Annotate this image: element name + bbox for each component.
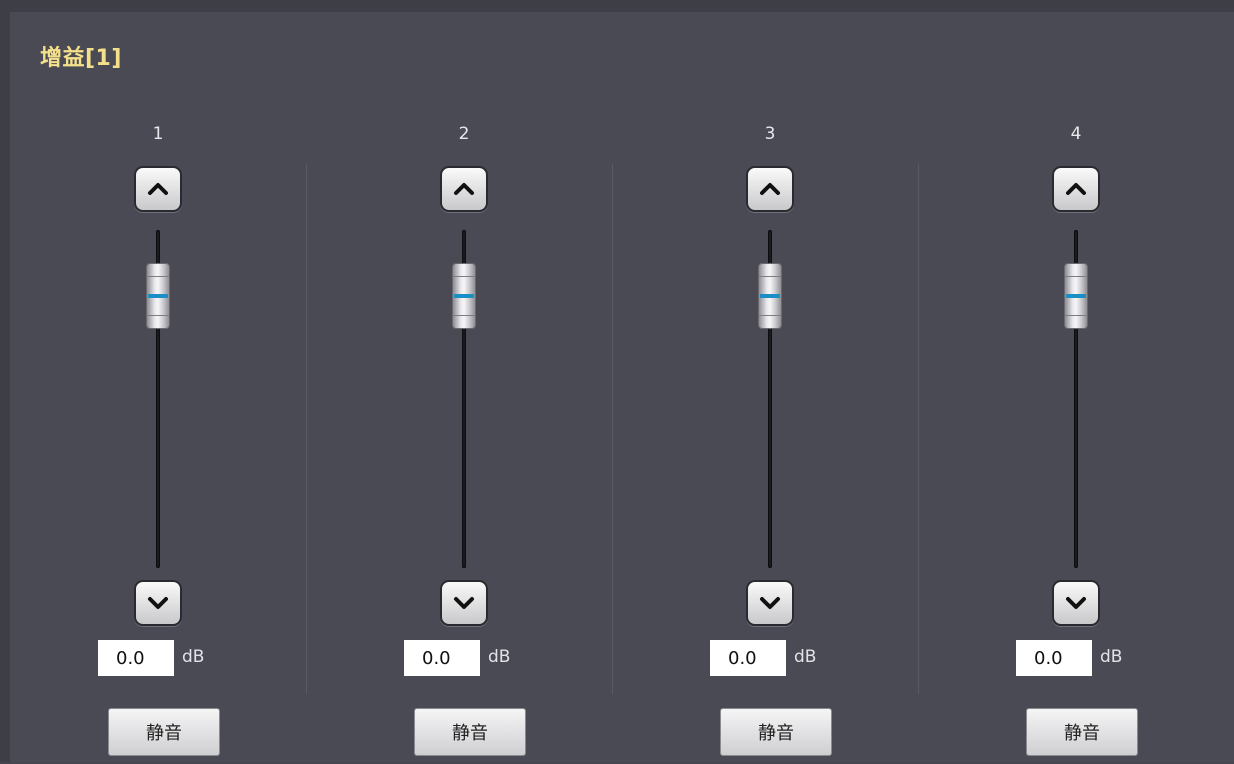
gain-value-row: dB bbox=[98, 640, 238, 676]
channel-divider bbox=[306, 164, 307, 694]
gain-unit-label: dB bbox=[794, 647, 817, 667]
gain-unit-label: dB bbox=[488, 647, 511, 667]
gain-value-input[interactable] bbox=[1016, 640, 1092, 676]
gain-up-button[interactable] bbox=[134, 166, 182, 212]
channel-2: 2 dB 静音 bbox=[394, 124, 534, 764]
channel-divider bbox=[612, 164, 613, 694]
thumb-indicator-line bbox=[760, 293, 780, 298]
mute-button[interactable]: 静音 bbox=[720, 708, 832, 756]
mute-button[interactable]: 静音 bbox=[1026, 708, 1138, 756]
mute-button[interactable]: 静音 bbox=[414, 708, 526, 756]
chevron-up-icon bbox=[454, 183, 474, 195]
gain-down-button[interactable] bbox=[440, 580, 488, 626]
gain-down-button[interactable] bbox=[134, 580, 182, 626]
thumb-indicator-line bbox=[148, 293, 168, 298]
gain-value-row: dB bbox=[710, 640, 850, 676]
gain-panel: 增益[1] 1 dB 静音 2 dB 静音 bbox=[0, 0, 1234, 762]
thumb-indicator-line bbox=[454, 293, 474, 298]
chevron-down-icon bbox=[760, 597, 780, 609]
chevron-up-icon bbox=[1066, 183, 1086, 195]
gain-up-button[interactable] bbox=[1052, 166, 1100, 212]
gain-value-input[interactable] bbox=[710, 640, 786, 676]
gain-slider-thumb[interactable] bbox=[758, 262, 782, 329]
panel-title: 增益[1] bbox=[40, 46, 122, 71]
gain-unit-label: dB bbox=[1100, 647, 1123, 667]
chevron-down-icon bbox=[148, 597, 168, 609]
channel-label: 2 bbox=[458, 124, 470, 144]
channel-3: 3 dB 静音 bbox=[700, 124, 840, 764]
channel-label: 3 bbox=[764, 124, 776, 144]
gain-value-input[interactable] bbox=[404, 640, 480, 676]
gain-slider-thumb[interactable] bbox=[1064, 262, 1088, 329]
gain-up-button[interactable] bbox=[746, 166, 794, 212]
gain-down-button[interactable] bbox=[1052, 580, 1100, 626]
mute-button[interactable]: 静音 bbox=[108, 708, 220, 756]
thumb-indicator-line bbox=[1066, 293, 1086, 298]
chevron-down-icon bbox=[454, 597, 474, 609]
gain-up-button[interactable] bbox=[440, 166, 488, 212]
gain-value-row: dB bbox=[1016, 640, 1156, 676]
chevron-up-icon bbox=[760, 183, 780, 195]
channel-divider bbox=[918, 164, 919, 694]
channel-1: 1 dB 静音 bbox=[88, 124, 228, 764]
gain-slider-thumb[interactable] bbox=[452, 262, 476, 329]
channel-label: 1 bbox=[152, 124, 164, 144]
channel-label: 4 bbox=[1070, 124, 1082, 144]
gain-slider-thumb[interactable] bbox=[146, 262, 170, 329]
gain-value-input[interactable] bbox=[98, 640, 174, 676]
gain-value-row: dB bbox=[404, 640, 544, 676]
chevron-down-icon bbox=[1066, 597, 1086, 609]
gain-unit-label: dB bbox=[182, 647, 205, 667]
gain-down-button[interactable] bbox=[746, 580, 794, 626]
chevron-up-icon bbox=[148, 183, 168, 195]
channel-4: 4 dB 静音 bbox=[1006, 124, 1146, 764]
